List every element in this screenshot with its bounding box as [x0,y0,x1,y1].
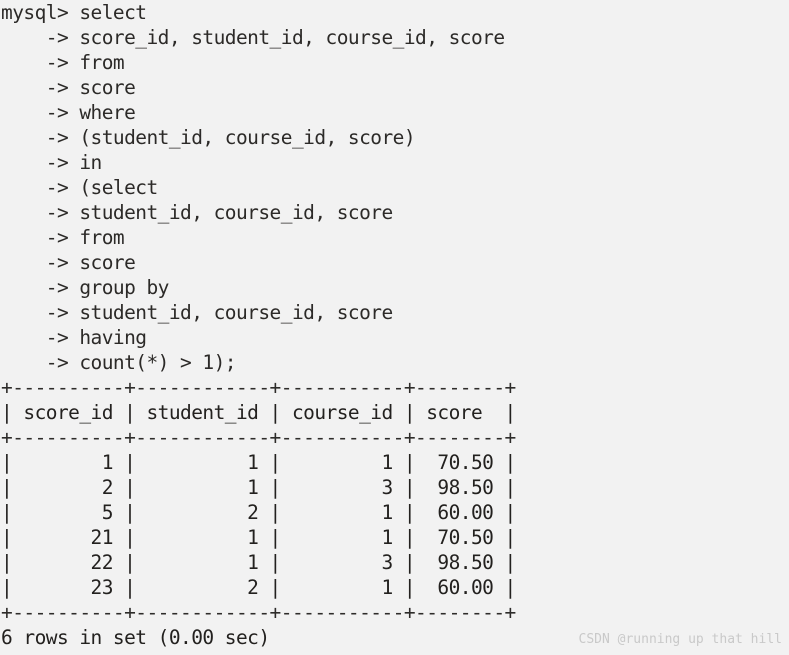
table-bottom-border: +----------+------------+-----------+---… [1,601,516,624]
query-line-7: -> in [1,151,103,174]
query-line-9: -> student_id, course_id, score [1,201,393,224]
table-row: | 21 | 1 | 1 | 70.50 | [1,526,516,549]
query-line-6: -> (student_id, course_id, score) [1,126,416,149]
table-top-border: +----------+------------+-----------+---… [1,376,516,399]
query-line-14: -> having [1,326,147,349]
table-header-row: | score_id | student_id | course_id | sc… [1,401,516,424]
table-row: | 22 | 1 | 3 | 98.50 | [1,551,516,574]
query-line-3: -> from [1,51,125,74]
query-line-5: -> where [1,101,136,124]
query-line-10: -> from [1,226,125,249]
query-line-11: -> score [1,251,136,274]
query-line-15: -> count(*) > 1); [1,351,237,374]
table-row: | 1 | 1 | 1 | 70.50 | [1,451,516,474]
csdn-watermark: CSDN @running up that hill [578,632,783,647]
mysql-terminal-output: mysql> select -> score_id, student_id, c… [0,0,789,655]
query-line-4: -> score [1,76,136,99]
table-row: | 23 | 2 | 1 | 60.00 | [1,576,516,599]
table-row: | 2 | 1 | 3 | 98.50 | [1,476,516,499]
table-row: | 5 | 2 | 1 | 60.00 | [1,501,516,524]
table-middle-border: +----------+------------+-----------+---… [1,426,516,449]
query-line-12: -> group by [1,276,170,299]
query-line-2: -> score_id, student_id, course_id, scor… [1,26,505,49]
query-line-1: mysql> select [1,1,147,24]
query-line-8: -> (select [1,176,158,199]
query-line-13: -> student_id, course_id, score [1,301,393,324]
